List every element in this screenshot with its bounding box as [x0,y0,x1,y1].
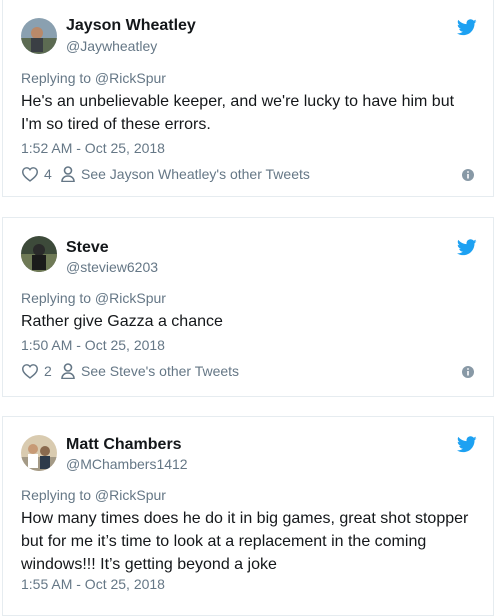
tweet-actions: 2 See Steve's other Tweets [21,363,477,383]
twitter-bird-icon[interactable] [457,436,477,453]
replying-to[interactable]: Replying to @RickSpur [21,290,166,306]
other-tweets-label: See Steve's other Tweets [81,363,240,379]
tweet-actions: 4 See Jayson Wheatley's other Tweets [21,166,477,186]
timestamp[interactable]: 1:50 AM - Oct 25, 2018 [21,337,165,353]
tweet-text: He's an unbelievable keeper, and we're l… [21,93,455,133]
tweet-card: Steve @steview6203 Replying to @RickSpur… [2,217,494,397]
author-name[interactable]: Jayson Wheatley [66,17,196,35]
other-tweets-link[interactable]: See Jayson Wheatley's other Tweets [61,166,310,182]
replying-to[interactable]: Replying to @RickSpur [21,70,166,86]
heart-icon [21,364,39,379]
person-icon [61,363,75,379]
avatar[interactable] [21,236,57,272]
avatar[interactable] [21,435,57,471]
tweet-card: Jayson Wheatley @Jaywheatley Replying to… [2,0,494,197]
avatar[interactable] [21,18,57,54]
heart-icon [21,167,39,182]
author-name[interactable]: Matt Chambers [66,436,182,454]
other-tweets-link[interactable]: See Steve's other Tweets [61,363,239,379]
twitter-bird-icon[interactable] [457,19,477,36]
author-handle[interactable]: @Jaywheatley [66,38,157,54]
like-count: 4 [44,166,52,182]
tweet-card: Matt Chambers @MChambers1412 Replying to… [2,416,494,616]
author-handle[interactable]: @steview6203 [66,259,158,275]
info-icon[interactable] [461,168,475,182]
author-handle[interactable]: @MChambers1412 [66,456,188,472]
author-name[interactable]: Steve [66,239,109,257]
timestamp[interactable]: 1:55 AM - Oct 25, 2018 [21,576,165,592]
tweet-text: Rather give Gazza a chance [21,313,223,330]
like-button[interactable]: 2 [21,363,52,379]
like-button[interactable]: 4 [21,166,52,182]
other-tweets-label: See Jayson Wheatley's other Tweets [81,166,310,182]
person-icon [61,166,75,182]
like-count: 2 [44,363,52,379]
timestamp[interactable]: 1:52 AM - Oct 25, 2018 [21,140,165,156]
replying-to[interactable]: Replying to @RickSpur [21,487,166,503]
twitter-bird-icon[interactable] [457,239,477,256]
info-icon[interactable] [461,365,475,379]
tweet-text: How many times does he do it in big game… [21,510,469,573]
